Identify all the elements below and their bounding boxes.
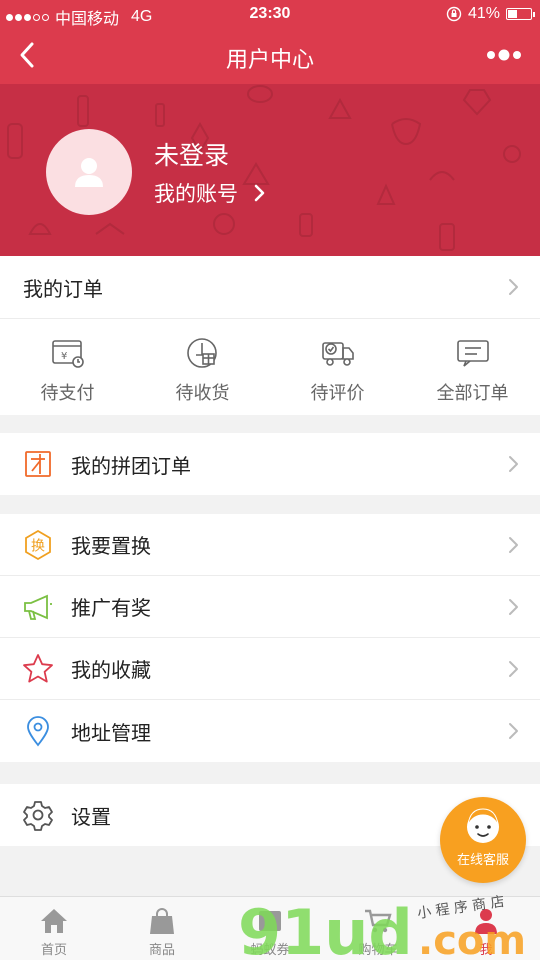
- settings-label: 设置: [71, 806, 111, 829]
- order-pending-receipt[interactable]: 待收货: [135, 319, 270, 415]
- chevron-right-icon: [509, 661, 518, 677]
- order-pending-payment[interactable]: ¥ 待支付: [0, 319, 135, 415]
- list-icon: [456, 340, 489, 367]
- wallet-icon: ¥: [51, 340, 84, 368]
- status-bar: 中国移动 4G 23:30 41%: [0, 0, 540, 28]
- svg-text:¥: ¥: [61, 351, 67, 362]
- exchange-row[interactable]: 换 我要置换: [0, 514, 540, 576]
- favorites-row[interactable]: 我的收藏: [0, 638, 540, 700]
- orientation-lock-icon: [446, 6, 462, 22]
- order-item-label: 待支付: [40, 383, 95, 403]
- promote-label: 推广有奖: [71, 598, 151, 620]
- promote-row[interactable]: 推广有奖: [0, 576, 540, 638]
- chevron-right-icon: [509, 279, 518, 295]
- my-account-label: 我的账号: [154, 183, 238, 206]
- nav-bar: 用户中心: [0, 28, 540, 84]
- truck-icon: [321, 342, 354, 366]
- favorites-label: 我的收藏: [71, 660, 151, 682]
- group-buy-row[interactable]: 我的拼团订单: [0, 433, 540, 495]
- order-status-grid: ¥ 待支付 待收货 待评价 全部订单: [0, 319, 540, 415]
- login-status[interactable]: 未登录: [154, 136, 229, 172]
- shopping-bag-icon: [150, 908, 174, 934]
- more-options-icon[interactable]: [486, 44, 522, 66]
- tab-me[interactable]: 我: [432, 897, 540, 960]
- battery-percent: 41%: [467, 5, 500, 22]
- gear-icon: [23, 801, 53, 831]
- order-item-label: 全部订单: [436, 383, 509, 403]
- customer-service-avatar-icon: [467, 808, 499, 843]
- chevron-right-icon: [254, 184, 265, 202]
- customer-service-label: 在线客服: [456, 852, 509, 867]
- order-item-label: 待评价: [310, 383, 365, 403]
- user-silhouette-icon: [75, 158, 103, 187]
- home-icon: [41, 909, 67, 933]
- tab-label: 购物车: [358, 942, 398, 957]
- group-order-icon: [25, 451, 51, 477]
- order-all[interactable]: 全部订单: [405, 319, 540, 415]
- orders-section: 我的订单 ¥ 待支付 待收货 待评价 全部订单: [0, 256, 540, 415]
- page-title: 用户中心: [225, 47, 314, 72]
- customer-service-button[interactable]: 在线客服: [440, 797, 526, 883]
- my-account-link[interactable]: 我的账号: [154, 178, 266, 208]
- order-pending-review[interactable]: 待评价: [270, 319, 405, 415]
- coupon-icon: [259, 911, 281, 931]
- chevron-right-icon: [509, 599, 518, 615]
- tab-label: 首页: [40, 942, 67, 957]
- group-buy-label: 我的拼团订单: [71, 455, 191, 478]
- my-orders-label: 我的订单: [23, 278, 103, 301]
- star-icon: [23, 654, 53, 683]
- megaphone-icon: [24, 594, 52, 620]
- chevron-right-icon: [509, 537, 518, 553]
- group-buy-section: 我的拼团订单: [0, 433, 540, 495]
- order-item-label: 待收货: [175, 383, 230, 403]
- chevron-right-icon: [509, 723, 518, 739]
- battery-icon: [506, 8, 535, 20]
- tab-label: 我: [479, 942, 493, 957]
- tab-label: 蚂蚁券: [250, 942, 290, 957]
- cart-icon: [365, 909, 392, 933]
- menu-section: 换 我要置换 推广有奖 我的收藏 地址管理: [0, 514, 540, 762]
- tab-coupons[interactable]: 蚂蚁券: [216, 897, 324, 960]
- location-pin-icon: [27, 716, 49, 747]
- exchange-label: 我要置换: [71, 536, 151, 558]
- svg-text:换: 换: [31, 538, 45, 555]
- profile-header: 未登录 我的账号: [0, 84, 540, 256]
- package-icon: [186, 338, 217, 368]
- my-orders-row[interactable]: 我的订单: [0, 256, 540, 319]
- tab-cart[interactable]: 购物车: [324, 897, 432, 960]
- chevron-right-icon: [509, 456, 518, 472]
- user-icon: [475, 909, 497, 934]
- tab-products[interactable]: 商品: [108, 897, 216, 960]
- avatar[interactable]: [46, 129, 132, 215]
- exchange-icon: 换: [25, 529, 51, 561]
- address-label: 地址管理: [71, 722, 151, 745]
- tab-bar: 首页 商品 蚂蚁券 购物车 我: [0, 896, 540, 960]
- tab-label: 商品: [148, 942, 175, 957]
- tab-home[interactable]: 首页: [0, 897, 108, 960]
- address-row[interactable]: 地址管理: [0, 700, 540, 762]
